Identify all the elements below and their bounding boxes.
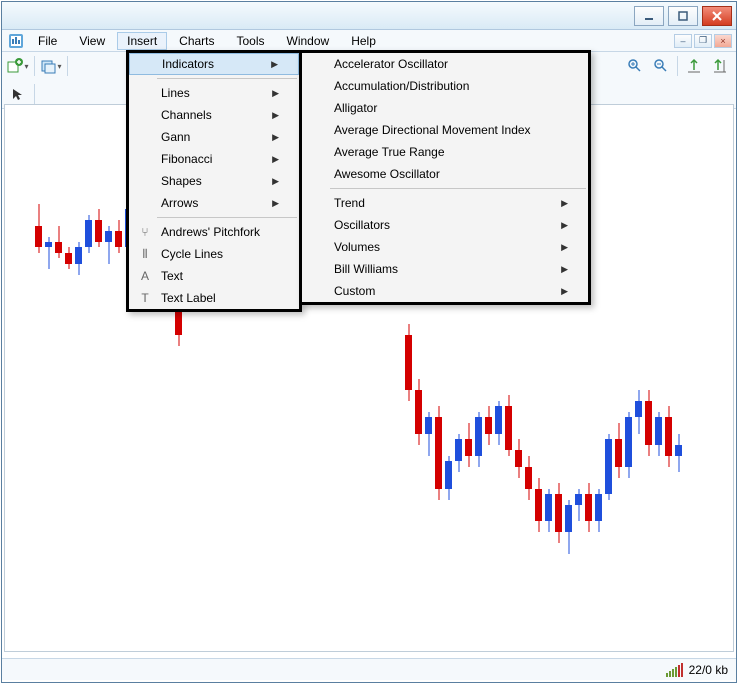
candle [445, 456, 452, 500]
app-window: File View Insert Charts Tools Window Hel… [1, 1, 737, 683]
menu-tools[interactable]: Tools [227, 32, 275, 50]
candle [675, 434, 682, 472]
mdi-minimize-button[interactable]: – [674, 34, 692, 48]
menu-insert[interactable]: Insert [117, 32, 167, 50]
candle [545, 489, 552, 533]
menu-text-label[interactable]: TText Label [129, 287, 299, 309]
menu-awesome-oscillator[interactable]: Awesome Oscillator [302, 163, 588, 185]
menu-andrews-pitchfork[interactable]: ⑂Andrews' Pitchfork [129, 221, 299, 243]
menu-shapes[interactable]: Shapes▶ [129, 170, 299, 192]
maximize-button[interactable] [668, 6, 698, 26]
menu-channels[interactable]: Channels▶ [129, 104, 299, 126]
candle [615, 423, 622, 478]
candle [505, 395, 512, 455]
candle [95, 209, 102, 247]
candle [65, 247, 72, 269]
menu-view[interactable]: View [69, 32, 115, 50]
menu-cycle-lines[interactable]: ⦀Cycle Lines [129, 243, 299, 265]
candle [55, 226, 62, 259]
menu-arrows[interactable]: Arrows▶ [129, 192, 299, 214]
mdi-close-button[interactable]: × [714, 34, 732, 48]
menu-atr[interactable]: Average True Range [302, 141, 588, 163]
candle [655, 412, 662, 456]
menu-charts[interactable]: Charts [169, 32, 224, 50]
text-label-icon: T [133, 291, 157, 305]
menu-file[interactable]: File [28, 32, 67, 50]
candle [495, 401, 502, 445]
new-chart-button[interactable]: ▾ [6, 55, 30, 77]
menubar: File View Insert Charts Tools Window Hel… [2, 30, 736, 52]
mdi-restore-button[interactable]: ❐ [694, 34, 712, 48]
candle [525, 456, 532, 500]
zoom-out-button[interactable] [649, 55, 673, 77]
candle [575, 489, 582, 522]
candle [45, 237, 52, 270]
menu-trend[interactable]: Trend▶ [302, 192, 588, 214]
profiles-button[interactable]: ▾ [39, 55, 63, 77]
candle [115, 220, 122, 253]
menu-lines[interactable]: Lines▶ [129, 82, 299, 104]
connection-text: 22/0 kb [689, 663, 728, 677]
candle [105, 226, 112, 264]
menu-custom[interactable]: Custom▶ [302, 280, 588, 302]
candle [625, 412, 632, 478]
chart-shift-button[interactable] [708, 55, 732, 77]
connection-bars-icon [666, 663, 683, 677]
candle [405, 324, 412, 401]
candle [515, 439, 522, 477]
candle [535, 478, 542, 533]
candle [565, 500, 572, 555]
auto-scroll-button[interactable] [682, 55, 706, 77]
candle [475, 412, 482, 467]
menu-alligator[interactable]: Alligator [302, 97, 588, 119]
menu-help[interactable]: Help [341, 32, 386, 50]
text-icon: A [133, 269, 157, 283]
menu-adx[interactable]: Average Directional Movement Index [302, 119, 588, 141]
candle [645, 390, 652, 456]
menu-fibonacci[interactable]: Fibonacci▶ [129, 148, 299, 170]
titlebar [2, 2, 736, 30]
cursor-button[interactable] [6, 83, 30, 105]
menu-window[interactable]: Window [277, 32, 340, 50]
menu-accelerator-oscillator[interactable]: Accelerator Oscillator [302, 53, 588, 75]
menu-volumes[interactable]: Volumes▶ [302, 236, 588, 258]
candle [455, 434, 462, 472]
candle [85, 215, 92, 253]
menu-oscillators[interactable]: Oscillators▶ [302, 214, 588, 236]
cycle-lines-icon: ⦀ [133, 247, 157, 262]
candle [465, 423, 472, 467]
candle [485, 406, 492, 444]
candle [35, 204, 42, 253]
insert-dropdown: Indicators▶ Lines▶ Channels▶ Gann▶ Fibon… [126, 50, 302, 312]
mdi-controls: – ❐ × [674, 34, 732, 48]
candle [435, 406, 442, 499]
menu-text[interactable]: AText [129, 265, 299, 287]
candle [595, 489, 602, 533]
zoom-in-button[interactable] [623, 55, 647, 77]
statusbar: 22/0 kb [2, 658, 736, 680]
candle [75, 242, 82, 275]
candle [415, 379, 422, 445]
window-controls [634, 6, 732, 26]
candle [635, 390, 642, 434]
candle [585, 483, 592, 532]
close-button[interactable] [702, 6, 732, 26]
candle [425, 412, 432, 456]
menu-bill-williams[interactable]: Bill Williams▶ [302, 258, 588, 280]
candle [555, 483, 562, 543]
pitchfork-icon: ⑂ [133, 225, 157, 239]
minimize-button[interactable] [634, 6, 664, 26]
menu-accumulation-distribution[interactable]: Accumulation/Distribution [302, 75, 588, 97]
indicators-dropdown: Accelerator Oscillator Accumulation/Dist… [299, 50, 591, 305]
candle [605, 434, 612, 500]
candle [665, 406, 672, 466]
menu-indicators[interactable]: Indicators▶ [129, 53, 299, 75]
app-icon [6, 32, 26, 50]
menu-gann[interactable]: Gann▶ [129, 126, 299, 148]
